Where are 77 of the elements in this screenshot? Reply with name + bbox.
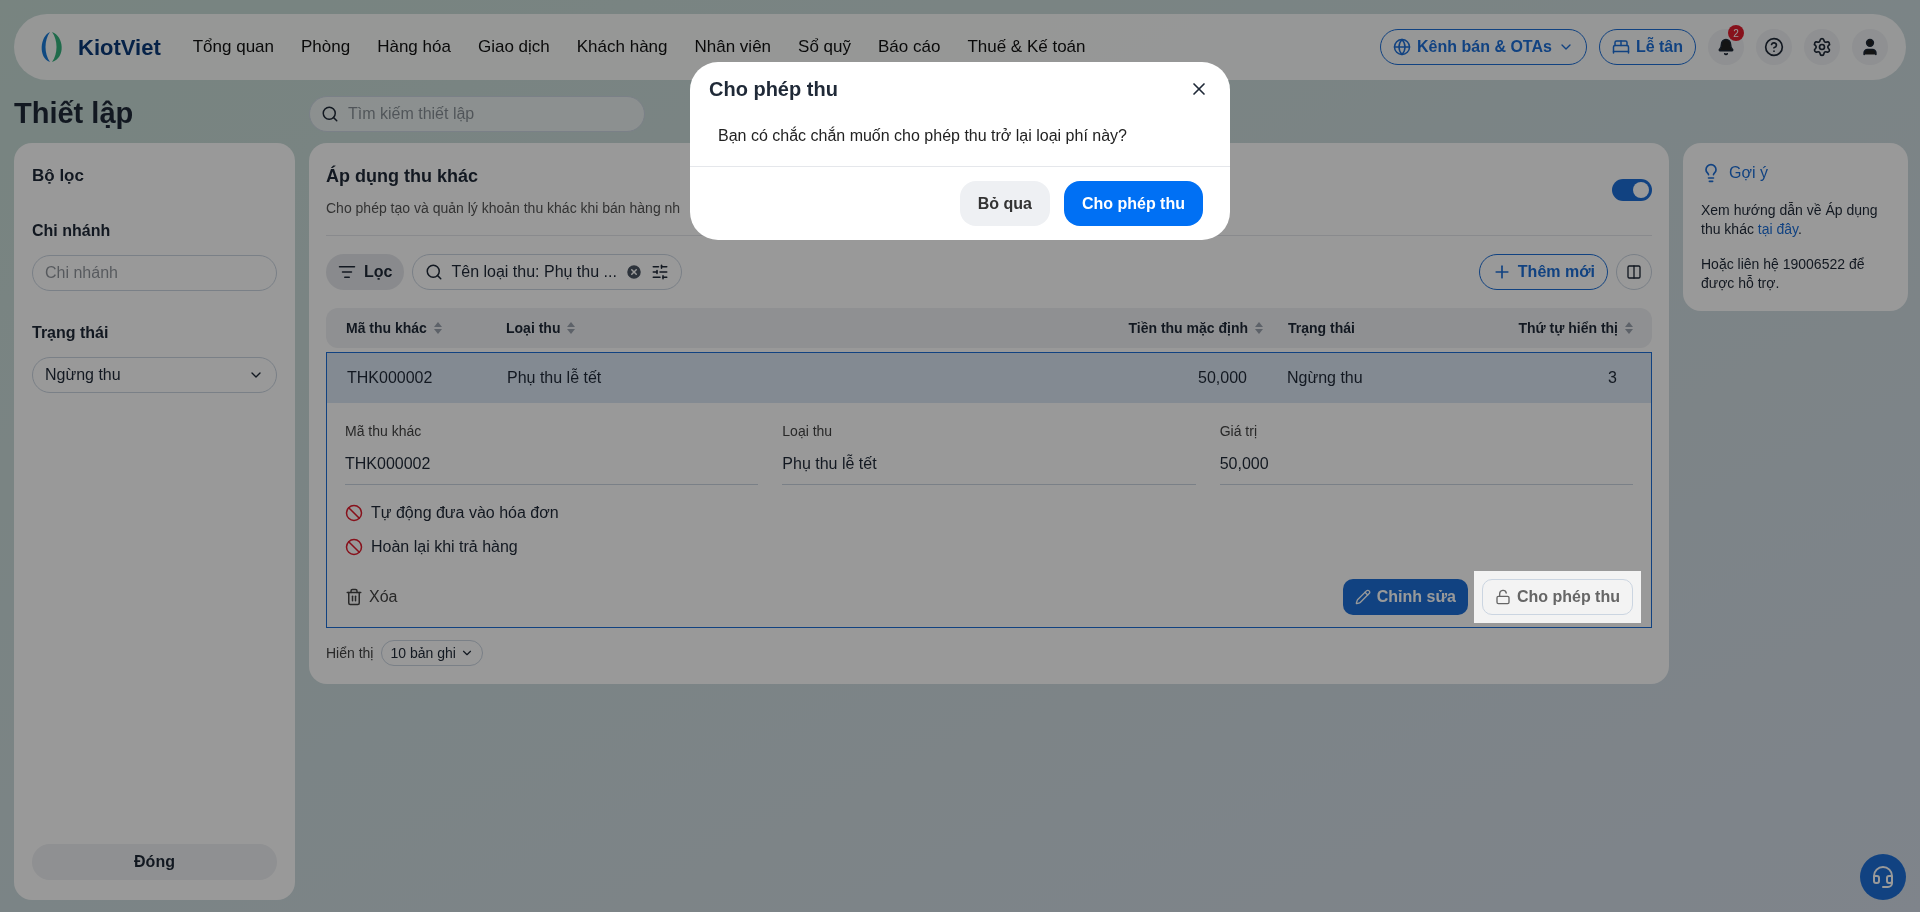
unlock-icon [1494, 589, 1511, 605]
pencil-icon [1354, 589, 1371, 605]
nav-link[interactable]: Tổng quan [192, 34, 274, 60]
flag-label: Tự động đưa vào hóa đơn [371, 503, 559, 523]
delete-button[interactable]: Xóa [345, 585, 398, 609]
close-panel-button[interactable]: Đóng [32, 844, 277, 880]
user-icon [1860, 37, 1880, 57]
bell-icon [1717, 38, 1735, 56]
notification-badge: 2 [1728, 25, 1744, 41]
branch-field[interactable]: Chi nhánh [32, 254, 277, 291]
sort-icon[interactable] [1624, 321, 1634, 335]
settings-button[interactable] [1804, 29, 1840, 65]
detail-label: Loại thu [782, 422, 834, 441]
trash-icon [345, 588, 363, 606]
table-cell-text: 3 [1607, 368, 1618, 388]
filter-icon [338, 263, 356, 281]
nav-link[interactable]: Giao dịch [477, 34, 550, 60]
section-title: Áp dụng thu khác [326, 164, 479, 188]
sliders-icon [650, 263, 669, 281]
sort-icon[interactable] [432, 321, 443, 335]
table-cell-text: Phụ thu lễ tết [506, 367, 603, 388]
table-cell-text: 50,000 [1197, 368, 1248, 388]
table-cell-text: THK000002 [346, 368, 434, 388]
dialog-title: Cho phép thu [709, 77, 838, 102]
detail-label: Giá trị [1219, 422, 1258, 441]
column-header: Trạng thái [1288, 318, 1355, 338]
field-label: Trạng thái [32, 322, 110, 343]
filter-button[interactable]: Lọc [326, 254, 405, 290]
column-header: Thứ tự hiển thị [1518, 318, 1618, 338]
column-header: Tiền thu mặc định [1128, 318, 1248, 338]
sort-icon[interactable] [566, 321, 577, 335]
page-size-label: Hiển thị [326, 643, 374, 663]
dialog-message: Bạn có chắc chắn muốn cho phép thu trở lại loại phí này? [717, 125, 1128, 146]
nav-link[interactable]: Khách hàng [576, 34, 668, 60]
allow-collection-button[interactable]: Cho phép thu [1481, 579, 1633, 615]
table-row[interactable]: THK000002 Phụ thu lễ tết 50,000 Ngừng thu 3 [327, 353, 1651, 403]
hint-text: Xem hướng dẫn về Áp dụng thu khác tại đây. [1701, 201, 1879, 239]
detail-label: Mã thu khác [345, 422, 423, 441]
section-description: Cho phép tạo và quản lý khoản thu khác khi bán hàng nh [326, 199, 681, 218]
page-title: Thiết lập [14, 96, 135, 131]
cancel-button[interactable]: Bỏ qua [959, 181, 1050, 226]
detail-value: THK000002 [345, 452, 759, 485]
globe-icon [1393, 38, 1412, 56]
edit-button[interactable]: Chỉnh sửa [1342, 579, 1468, 615]
flag-label: Hoàn lại khi trả hàng [371, 537, 518, 557]
logo-text: KiotViet [78, 33, 161, 62]
bed-icon [1611, 38, 1630, 56]
guide-link[interactable]: tại đây [1757, 221, 1799, 237]
account-button[interactable] [1852, 29, 1888, 65]
contact-text: Hoặc liên hệ 19006522 để được hỗ trợ. [1701, 255, 1866, 293]
support-button[interactable] [1860, 854, 1906, 900]
table-cell-text: Ngừng thu [1286, 368, 1364, 388]
nav-link[interactable]: Báo cáo [878, 34, 941, 60]
nav-link[interactable]: Nhân viên [694, 34, 772, 60]
column-header: Mã thu khác [346, 318, 427, 338]
search-icon [321, 104, 339, 123]
columns-icon [1626, 264, 1642, 280]
detail-value: 50,000 [1219, 452, 1633, 485]
detail-value: Phụ thu lễ tết [782, 452, 1196, 485]
hint-title: Gợi ý [1729, 163, 1768, 183]
confirm-button[interactable]: Cho phép thu [1063, 181, 1203, 226]
nav-link[interactable]: Phòng [301, 34, 351, 60]
nav-link[interactable]: Thuế & Kế toán [967, 34, 1086, 60]
filter-title: Bộ lọc [32, 165, 85, 187]
help-icon [1764, 37, 1784, 57]
search-icon [425, 263, 444, 281]
sort-icon[interactable] [1254, 321, 1264, 335]
column-header: Loại thu [506, 318, 561, 338]
nav-link[interactable]: Sổ quỹ [798, 34, 851, 60]
nav-link[interactable]: Hàng hóa [377, 34, 451, 60]
settings-icon [1812, 37, 1832, 57]
help-button[interactable] [1756, 29, 1792, 65]
chip-text: Tên loại thu: Phụ thu ... [451, 262, 617, 282]
field-label: Chi nhánh [32, 220, 112, 241]
clear-icon [624, 263, 643, 281]
toggle-switch[interactable] [1612, 179, 1652, 201]
headset-icon [1871, 865, 1895, 889]
